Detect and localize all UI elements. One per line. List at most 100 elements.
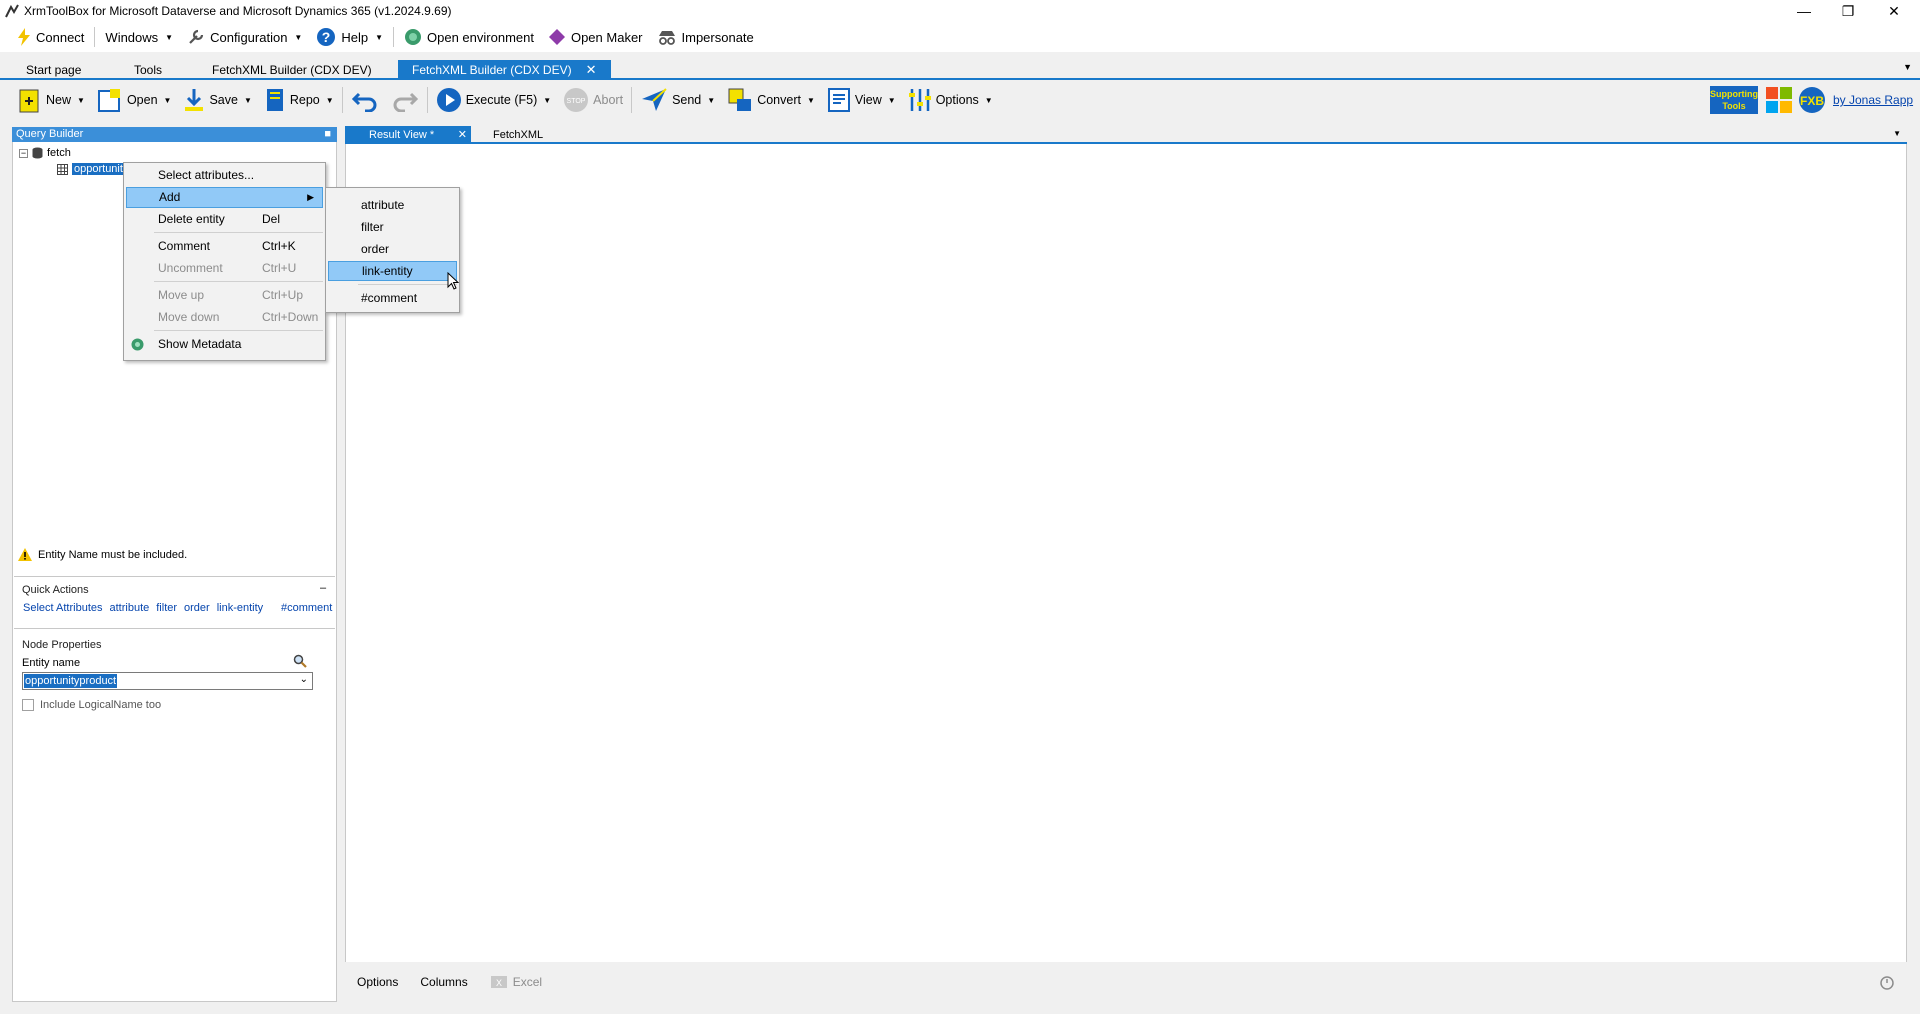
undo-button[interactable]: [345, 84, 385, 116]
open-environment-menu[interactable]: Open environment: [397, 24, 541, 50]
comment-link[interactable]: #comment: [281, 602, 332, 614]
filter-link[interactable]: filter: [156, 602, 177, 614]
menu-shortcut: Ctrl+K: [262, 239, 296, 253]
dropdown-caret-icon: ▼: [543, 95, 552, 105]
restore-button[interactable]: ❐: [1826, 0, 1870, 22]
svg-text:X: X: [496, 978, 502, 988]
excel-button[interactable]: X Excel: [490, 974, 542, 990]
connect-label: Connect: [36, 29, 85, 45]
submenu-item-attribute[interactable]: attribute: [328, 195, 457, 215]
view-button[interactable]: View ▼: [821, 84, 902, 116]
fxb-logo-icon[interactable]: FXB: [1798, 86, 1826, 114]
options-button[interactable]: Options ▼: [902, 84, 999, 116]
tab-fetchxml[interactable]: FetchXML: [493, 129, 543, 141]
collapse-toggle-icon[interactable]: −: [19, 148, 28, 158]
save-button[interactable]: Save ▼: [177, 84, 257, 116]
submenu-item-filter[interactable]: filter: [328, 217, 457, 237]
dropdown-caret-icon: ▼: [163, 95, 172, 105]
menu-item-comment[interactable]: Comment Ctrl+K: [126, 236, 323, 257]
connect-menu[interactable]: Connect: [10, 24, 91, 50]
impersonate-menu[interactable]: Impersonate: [650, 24, 761, 50]
tab-result-view[interactable]: Result View * ✕: [345, 126, 471, 144]
include-logical-name-checkbox[interactable]: [22, 699, 34, 711]
dropdown-caret-icon: ▼: [707, 95, 716, 105]
tab-start-page[interactable]: Start page: [12, 60, 95, 80]
tab-label: Start page: [26, 63, 82, 77]
tab-list-dropdown-icon[interactable]: ▼: [1903, 62, 1912, 72]
globe-icon: [405, 29, 422, 45]
tab-list-dropdown-icon[interactable]: ▼: [1893, 129, 1901, 138]
powerapps-icon: [548, 29, 565, 45]
menu-item-uncomment[interactable]: Uncomment Ctrl+U: [126, 258, 323, 279]
tab-fetchxml-builder-2[interactable]: FetchXML Builder (CDX DEV) ✕: [398, 60, 611, 80]
columns-tab[interactable]: Columns: [420, 975, 467, 989]
result-options-bar: Options Columns X Excel: [345, 962, 1907, 1002]
entity-name-select[interactable]: opportunityproduct ⌄: [22, 672, 313, 690]
submenu-item-comment[interactable]: #comment: [328, 288, 457, 308]
menu-item-label: Add: [159, 190, 181, 204]
menu-item-delete-entity[interactable]: Delete entity Del: [126, 209, 323, 230]
tree-node-label: opportunit: [72, 163, 125, 175]
fetchxml-toolbar: New ▼ Open ▼ Save ▼ Repo ▼ Execute (F5) ▼ STO…: [0, 82, 1920, 118]
submenu-item-order[interactable]: order: [328, 239, 457, 259]
send-button[interactable]: Send ▼: [634, 84, 721, 116]
menu-item-move-down[interactable]: Move down Ctrl+Down: [126, 307, 323, 328]
menu-item-show-metadata[interactable]: Show Metadata: [126, 334, 323, 355]
entity-name-value: opportunityproduct: [24, 674, 118, 688]
search-icon[interactable]: [293, 654, 307, 668]
order-link[interactable]: order: [184, 602, 210, 614]
repo-label: Repo: [289, 93, 320, 107]
abort-button[interactable]: STOP Abort: [557, 84, 629, 116]
select-attributes-link[interactable]: Select Attributes: [23, 602, 103, 614]
redo-button[interactable]: [385, 84, 425, 116]
dropdown-caret-icon: ▼: [806, 95, 815, 105]
dropdown-caret-icon: ▼: [294, 32, 303, 42]
menu-item-add[interactable]: Add ▶: [126, 187, 323, 208]
dropdown-caret-icon: ▼: [325, 95, 334, 105]
execute-button[interactable]: Execute (F5) ▼: [430, 84, 557, 116]
supporting-tools-button[interactable]: Supporting Tools: [1710, 86, 1758, 114]
open-label: Open: [126, 93, 158, 107]
close-tab-icon[interactable]: ✕: [586, 62, 597, 78]
minimize-icon: —: [1797, 3, 1811, 19]
save-label: Save: [209, 93, 238, 107]
quick-actions-title: Quick Actions: [22, 584, 89, 596]
result-view-area: [345, 144, 1907, 962]
windows-menu[interactable]: Windows ▼: [98, 24, 180, 50]
submenu-item-link-entity[interactable]: link-entity: [328, 261, 457, 281]
close-window-button[interactable]: ✕: [1872, 0, 1916, 22]
lightning-icon: [18, 28, 30, 46]
tree-node-label: fetch: [47, 147, 71, 159]
convert-button[interactable]: Convert ▼: [721, 84, 821, 116]
toolbar-separator: [341, 87, 343, 113]
menu-item-move-up[interactable]: Move up Ctrl+Up: [126, 285, 323, 306]
wrench-icon: [189, 29, 204, 44]
query-builder-header: Query Builder ■: [12, 127, 337, 142]
new-button[interactable]: New ▼: [12, 84, 91, 116]
pin-icon[interactable]: ■: [324, 127, 331, 142]
tab-fetchxml-builder-1[interactable]: FetchXML Builder (CDX DEV): [198, 60, 386, 80]
new-document-icon: [19, 89, 39, 113]
collapse-quick-actions-button[interactable]: –: [320, 582, 326, 594]
menu-shortcut: Ctrl+U: [262, 261, 297, 275]
minimize-button[interactable]: —: [1782, 0, 1826, 22]
open-maker-menu[interactable]: Open Maker: [541, 24, 650, 50]
link-entity-link[interactable]: link-entity: [217, 602, 263, 614]
include-logical-name-label: Include LogicalName too: [40, 699, 162, 711]
attribute-link[interactable]: attribute: [110, 602, 150, 614]
menu-item-select-attributes[interactable]: Select attributes...: [126, 165, 323, 186]
tree-node-entity[interactable]: opportunit: [57, 163, 125, 175]
configuration-menu[interactable]: Configuration ▼: [180, 24, 309, 50]
options-tab[interactable]: Options: [357, 975, 398, 989]
author-link[interactable]: by Jonas Rapp: [1833, 93, 1913, 107]
open-button[interactable]: Open ▼: [91, 84, 178, 116]
repo-button[interactable]: Repo ▼: [258, 84, 340, 116]
include-logical-name-row[interactable]: Include LogicalName too: [22, 699, 161, 711]
tab-tools[interactable]: Tools: [120, 60, 176, 80]
microsoft-logo-icon[interactable]: [1765, 86, 1793, 114]
help-menu[interactable]: ? Help ▼: [309, 24, 390, 50]
tree-node-fetch[interactable]: − fetch: [19, 147, 71, 159]
database-icon: [32, 147, 43, 159]
close-tab-icon[interactable]: ✕: [458, 126, 467, 144]
options-label: Options: [935, 93, 979, 107]
